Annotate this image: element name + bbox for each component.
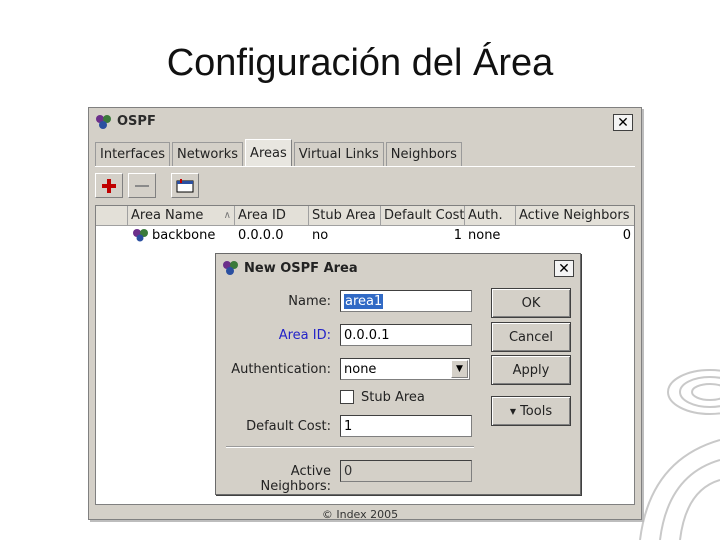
ospf-titlebar: OSPF [89,108,641,136]
table-row[interactable]: backbone 0.0.0.0 no 1 none 0 [96,226,634,244]
area-id-cell: 0.0.0.0 [238,227,284,243]
default-cost-cell: 1 [453,227,462,243]
column-header-stub-area[interactable]: Stub Area [309,206,381,225]
cancel-button[interactable]: Cancel [491,322,571,352]
tools-button[interactable]: ▼ Tools [491,396,571,426]
column-header-auth[interactable]: Auth. [465,206,516,225]
active-neighbors-label: Active Neighbors: [260,464,331,494]
close-icon[interactable]: ✕ [613,114,633,131]
remove-icon [135,184,149,187]
active-neighbors-field: 0 [340,460,472,482]
slide-footer: © Index 2005 [321,508,399,521]
slide-title: Configuración del Área [166,42,554,84]
row-marker [96,226,128,244]
stub-area-checkbox[interactable] [340,390,354,404]
remove-button[interactable] [128,173,156,198]
default-cost-label: Default Cost: [246,419,331,434]
name-field[interactable]: area1 [340,290,472,312]
ospf-tabs: Interfaces Networks Areas Virtual Links … [95,138,464,167]
dialog-titlebar: New OSPF Area [216,254,580,282]
add-icon [102,178,116,193]
tab-divider [95,166,635,167]
dialog-close-icon[interactable]: ✕ [554,260,574,277]
area-name-value: backbone [152,227,216,243]
authentication-value: none [344,361,377,377]
area-icon [133,229,148,242]
apply-button[interactable]: Apply [491,355,571,385]
tab-networks[interactable]: Networks [171,142,244,166]
dialog-app-icon [223,261,238,275]
dialog-title: New OSPF Area [244,260,358,276]
column-header-label: Area Name [131,208,204,223]
toolbar [95,173,204,198]
tab-interfaces[interactable]: Interfaces [95,142,170,166]
filter-button[interactable] [171,173,199,198]
table-header: Area Name ∧ Area ID Stub Area Default Co… [96,206,634,226]
tab-virtual-links[interactable]: Virtual Links [293,142,384,166]
active-neighbors-cell: 0 [622,227,631,243]
tab-areas[interactable]: Areas [245,139,292,167]
ospf-app-icon [96,114,111,129]
sort-asc-icon: ∧ [223,210,231,221]
ok-button[interactable]: OK [491,288,571,318]
tools-button-label: Tools [520,403,553,419]
ospf-window-title: OSPF [117,114,156,129]
dialog-separator [226,446,474,448]
column-header-area-id[interactable]: Area ID [235,206,309,225]
default-cost-field[interactable]: 1 [340,415,472,437]
tab-neighbors[interactable]: Neighbors [385,142,462,166]
area-id-field[interactable]: 0.0.0.1 [340,324,472,346]
auth-cell: none [468,227,501,243]
authentication-label: Authentication: [231,362,331,377]
area-name-cell: backbone [128,226,235,244]
add-button[interactable] [95,173,123,198]
area-id-label: Area ID: [278,328,331,343]
new-area-dialog: New OSPF Area ✕ Name: area1 Area ID: 0.0… [215,253,581,495]
column-header-active-neighbors[interactable]: Active Neighbors [516,206,634,225]
name-value: area1 [344,293,384,309]
column-header-default-cost[interactable]: Default Cost [381,206,465,225]
name-label: Name: [288,294,331,309]
dropdown-arrow-icon[interactable]: ▼ [451,360,468,378]
stub-area-label[interactable]: Stub Area [361,390,425,405]
filter-icon [176,178,194,192]
dropdown-arrow-icon: ▼ [509,406,517,416]
authentication-select[interactable]: none ▼ [340,358,470,380]
column-header-area-name[interactable]: Area Name ∧ [128,206,235,225]
stub-area-cell: no [312,227,329,243]
row-marker-header [96,206,128,225]
